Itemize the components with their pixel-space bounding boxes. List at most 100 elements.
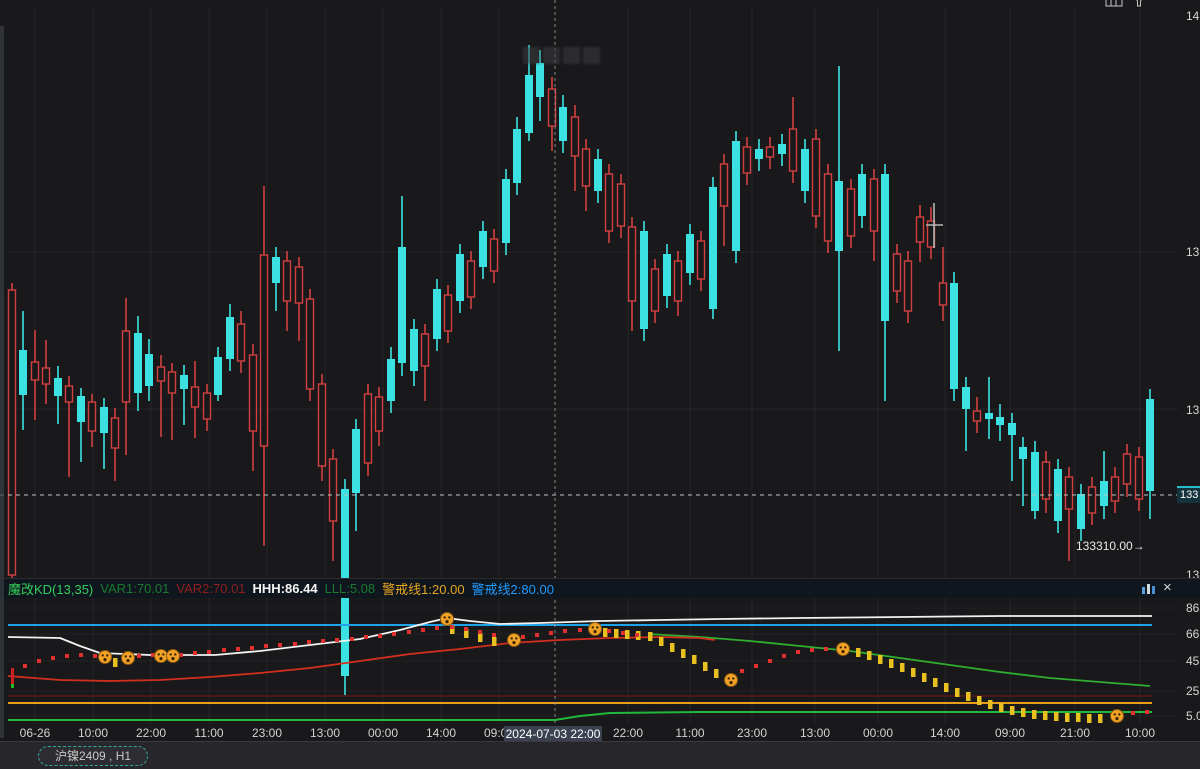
candle-body-down xyxy=(156,366,166,382)
yellow-dot xyxy=(1076,713,1081,722)
yellow-dot xyxy=(1054,712,1059,721)
candle-body-up xyxy=(1100,481,1108,506)
red-dot xyxy=(435,626,439,630)
red-dot xyxy=(796,650,800,654)
yellow-dot xyxy=(670,643,675,652)
red-dot xyxy=(621,631,625,635)
time-tick-label: 10:00 xyxy=(1124,726,1156,740)
red-dot xyxy=(478,630,482,634)
time-tick-label: 10:00 xyxy=(77,726,109,740)
yellow-dot xyxy=(955,688,960,697)
candle-body-down xyxy=(696,240,706,280)
candle-body-down xyxy=(121,330,131,403)
red-dot xyxy=(607,629,611,633)
red-dot xyxy=(51,656,55,660)
candle-body-down xyxy=(892,253,902,292)
yellow-dot xyxy=(714,669,719,678)
yellow-dot xyxy=(603,628,608,637)
candle-body-up xyxy=(272,257,280,283)
candle-body-up xyxy=(559,107,567,141)
smiley-marker xyxy=(724,673,738,687)
yellow-dot xyxy=(614,629,619,638)
red-dot xyxy=(137,654,141,658)
candle-body-up xyxy=(640,231,648,329)
candle-body-up xyxy=(226,317,234,359)
red-dot xyxy=(810,648,814,652)
candle-body-up xyxy=(19,350,27,395)
candle-body-down xyxy=(823,173,833,242)
yellow-dot xyxy=(1098,714,1103,723)
candle-body-up xyxy=(536,63,544,97)
red-dot xyxy=(65,654,69,658)
candle-body-up xyxy=(502,179,510,243)
candle-body-down xyxy=(627,226,637,302)
candle-body-down xyxy=(202,392,212,420)
yellow-dot xyxy=(988,700,993,709)
indicator-param-alert2: 警戒线2:80.00 xyxy=(471,582,554,597)
candle-body-down xyxy=(788,128,798,172)
indicator-y-label: 66 xyxy=(1186,627,1200,641)
red-dot xyxy=(521,635,525,639)
time-tick-label: 09:00 xyxy=(994,726,1026,740)
yellow-dot xyxy=(1032,710,1037,719)
red-dot xyxy=(754,664,758,668)
candle-body-down xyxy=(236,323,246,362)
time-tick-label: 00:00 xyxy=(862,726,894,740)
yellow-dot xyxy=(878,655,883,664)
candle-body-down xyxy=(294,266,304,304)
candle-body-down xyxy=(903,260,913,312)
candle-body-up xyxy=(387,359,395,401)
candle-body-up xyxy=(513,129,521,183)
red-dot xyxy=(250,646,254,650)
price-and-indicator-chart[interactable] xyxy=(0,0,1200,769)
watermark xyxy=(523,47,600,64)
indicator-param-alert1: 警戒线1:20.00 xyxy=(382,582,465,597)
y-axis-label: 13 xyxy=(1186,403,1200,417)
candle-body-up xyxy=(996,417,1004,425)
bar-chart-icon[interactable] xyxy=(1141,581,1157,595)
red-dot xyxy=(782,654,786,658)
red-dot xyxy=(1145,710,1149,714)
candle-body-down xyxy=(1110,476,1120,502)
left-gutter-handle[interactable] xyxy=(0,26,4,738)
candle-body-down xyxy=(547,88,557,127)
candle-body-down xyxy=(110,417,120,449)
candle-body-down xyxy=(248,354,258,432)
time-tick-label: 00:00 xyxy=(367,726,399,740)
red-dot xyxy=(492,633,496,637)
candle-body-down xyxy=(64,385,74,403)
red-dot xyxy=(549,631,553,635)
candle-body-down xyxy=(328,458,338,522)
red-dot xyxy=(350,637,354,641)
candle-body-down xyxy=(938,282,948,306)
yellow-dot xyxy=(1043,711,1048,720)
candle-body-down xyxy=(41,367,51,385)
candle-body-up xyxy=(1077,494,1085,529)
indicator-title: 魔改KD(13,35) xyxy=(8,582,94,597)
indicator-param-var2: VAR2:70.01 xyxy=(176,581,246,596)
candle-body-down xyxy=(190,386,200,408)
candle-body-down xyxy=(846,188,856,237)
yellow-dot xyxy=(478,633,483,642)
yellow-dot xyxy=(999,703,1004,712)
candle-body-down xyxy=(489,238,499,272)
candle-body-down xyxy=(363,393,373,464)
white_line xyxy=(7,615,1152,656)
toolbar-icons-partial[interactable] xyxy=(1104,0,1164,12)
red-dot xyxy=(563,629,567,633)
instrument-tag[interactable]: 沪镍2409 , H1 xyxy=(38,746,149,766)
candle-body-down xyxy=(869,178,879,232)
last-price-label: 133310.00→ xyxy=(1076,539,1145,553)
candle-body-up xyxy=(950,283,958,389)
red-dot xyxy=(421,628,425,632)
time-tick-label: 23:00 xyxy=(736,726,768,740)
indicator-y-label: 86 xyxy=(1186,601,1200,615)
indicator-y-label: 45 xyxy=(1186,654,1200,668)
yellow-dot xyxy=(492,637,497,646)
candle-body-up xyxy=(145,354,153,386)
candle-body-up xyxy=(686,234,694,273)
red-dot xyxy=(364,635,368,639)
candle-body-up xyxy=(100,407,108,433)
close-icon[interactable]: × xyxy=(1163,580,1172,595)
candle-body-up xyxy=(732,141,740,251)
